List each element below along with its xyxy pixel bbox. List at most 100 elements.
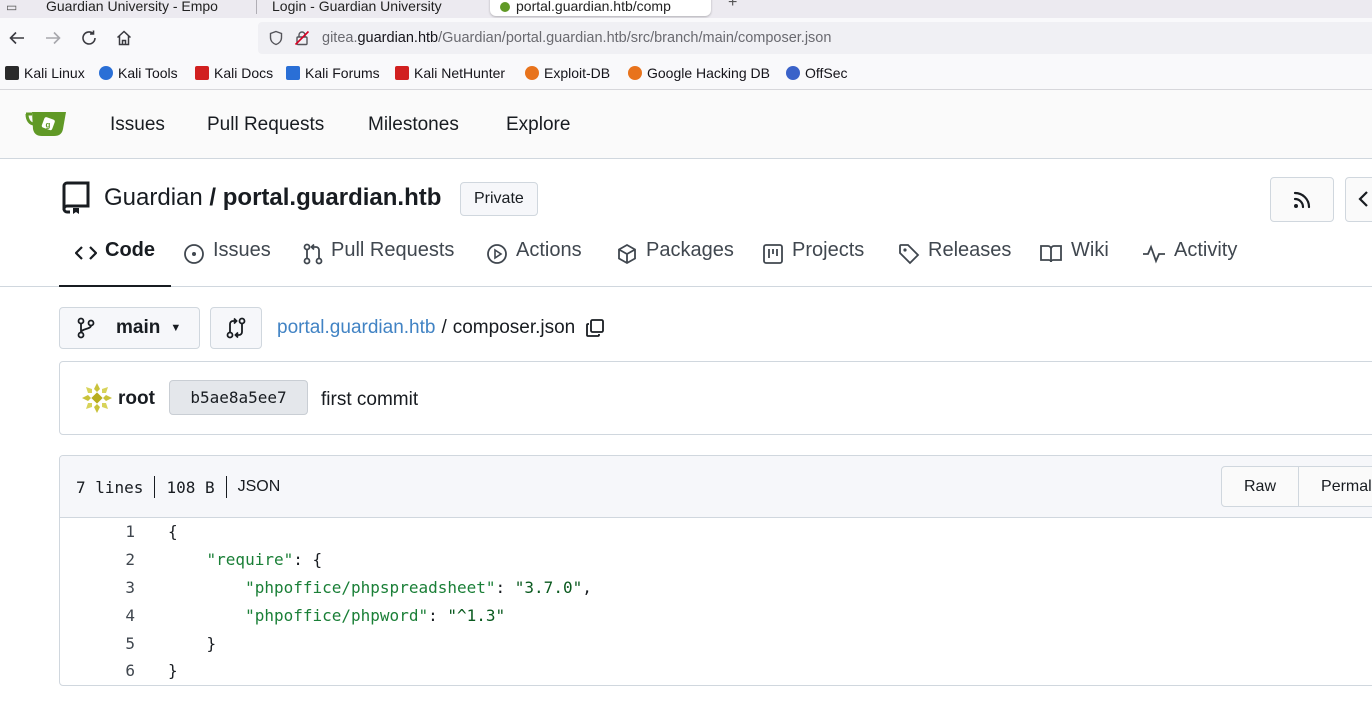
nav-issues[interactable]: Issues xyxy=(110,114,165,136)
kali-forums-icon xyxy=(286,66,300,80)
tab-code[interactable]: Code xyxy=(59,239,171,287)
bookmark-kali-forums[interactable]: Kali Forums xyxy=(286,65,380,81)
tag-icon xyxy=(898,243,920,265)
issue-icon xyxy=(183,243,205,265)
line-number[interactable]: 6 xyxy=(60,661,135,680)
bookmark-kali-linux[interactable]: Kali Linux xyxy=(5,65,85,81)
kali-dragon-icon xyxy=(5,66,19,80)
bookmark-exploit-db[interactable]: Exploit-DB xyxy=(525,65,610,81)
punct: } xyxy=(168,661,178,681)
bookmark-label: Kali Tools xyxy=(118,65,178,81)
insecure-lock-icon[interactable] xyxy=(294,30,310,51)
line-number[interactable]: 1 xyxy=(60,522,135,541)
file-view: 7 lines 108 B JSON Raw Permalink 1 { 2 "… xyxy=(59,455,1372,686)
kali-nethunter-icon xyxy=(395,66,409,80)
raw-button[interactable]: Raw xyxy=(1222,467,1300,506)
file-language: JSON xyxy=(237,478,281,495)
line-content: "require": { xyxy=(168,550,323,569)
new-tab-icon[interactable]: + xyxy=(728,0,737,12)
json-key: "phpoffice/phpspreadsheet" xyxy=(245,577,496,597)
reload-button[interactable] xyxy=(77,26,101,50)
code-line: 1 { xyxy=(60,518,1372,546)
repo-name-link[interactable]: portal.guardian.htb xyxy=(223,184,442,211)
line-number[interactable]: 2 xyxy=(60,550,135,569)
breadcrumb-repo-link[interactable]: portal.guardian.htb xyxy=(277,317,435,339)
rss-feed-button[interactable] xyxy=(1270,177,1334,222)
browser-tab-1[interactable]: Guardian University - Empo xyxy=(36,0,252,16)
url-bar[interactable]: gitea.guardian.htb/Guardian/portal.guard… xyxy=(258,22,1372,54)
tab-projects[interactable]: Projects xyxy=(762,239,864,287)
bookmark-kali-tools[interactable]: Kali Tools xyxy=(99,65,178,81)
bookmark-label: Google Hacking DB xyxy=(647,65,770,81)
divider xyxy=(154,476,156,498)
tab-issues[interactable]: Issues xyxy=(183,239,271,287)
kali-tools-icon xyxy=(99,66,113,80)
tab-releases[interactable]: Releases xyxy=(898,239,1011,287)
line-number[interactable]: 4 xyxy=(60,606,135,625)
tab-divider xyxy=(256,0,257,14)
bookmark-kali-docs[interactable]: Kali Docs xyxy=(195,65,273,81)
url-host: guardian.htb xyxy=(357,30,439,46)
code-line: 4 "phpoffice/phpword": "^1.3" xyxy=(60,601,1372,629)
line-content: } xyxy=(168,634,217,653)
code-line: 2 "require": { xyxy=(60,546,1372,574)
browser-tab-active[interactable]: portal.guardian.htb/comp xyxy=(490,0,711,16)
watch-button[interactable] xyxy=(1345,177,1372,222)
permalink-button[interactable]: Permalink xyxy=(1299,467,1372,506)
punct: { xyxy=(168,522,178,542)
branch-selector-button[interactable]: main ▼ xyxy=(59,307,200,349)
project-board-icon xyxy=(762,243,784,265)
home-icon xyxy=(116,30,132,46)
tab-label: Releases xyxy=(928,239,1012,261)
forward-button[interactable] xyxy=(41,26,65,50)
nav-explore[interactable]: Explore xyxy=(506,114,570,136)
back-button[interactable] xyxy=(5,26,29,50)
browser-navbar: gitea.guardian.htb/Guardian/portal.guard… xyxy=(0,18,1372,58)
divider xyxy=(225,476,227,498)
line-content: "phpoffice/phpspreadsheet": "3.7.0", xyxy=(168,578,592,597)
tab-list-icon[interactable]: ▭ xyxy=(6,0,17,14)
gitea-logo-icon[interactable]: g xyxy=(24,108,68,143)
url-text[interactable]: gitea.guardian.htb/Guardian/portal.guard… xyxy=(322,30,831,46)
compare-branch-button[interactable] xyxy=(210,307,262,349)
tab-activity[interactable]: Activity xyxy=(1142,239,1237,287)
code-line: 6 } xyxy=(60,657,1372,685)
copy-path-icon[interactable] xyxy=(585,318,605,338)
tab-actions[interactable]: Actions xyxy=(486,239,582,287)
line-number[interactable]: 5 xyxy=(60,634,135,653)
svg-text:g: g xyxy=(46,121,51,130)
home-button[interactable] xyxy=(112,26,136,50)
browser-tab-2[interactable]: Login - Guardian University xyxy=(262,0,482,16)
tab-packages[interactable]: Packages xyxy=(616,239,734,287)
line-content: } xyxy=(168,661,178,680)
json-key: "phpoffice/phpword" xyxy=(245,605,429,625)
line-number[interactable]: 3 xyxy=(60,578,135,597)
avatar[interactable] xyxy=(80,381,114,420)
commit-message[interactable]: first commit xyxy=(321,389,418,411)
repo-owner-link[interactable]: Guardian xyxy=(104,184,203,211)
nav-milestones[interactable]: Milestones xyxy=(368,114,459,136)
pulse-icon xyxy=(1142,243,1166,265)
bookmark-offsec[interactable]: OffSec xyxy=(786,65,848,81)
punct: : xyxy=(428,605,448,625)
bookmark-kali-nethunter[interactable]: Kali NetHunter xyxy=(395,65,505,81)
file-breadcrumb: portal.guardian.htb / composer.json xyxy=(277,317,605,339)
package-icon xyxy=(616,243,638,265)
tab-wiki[interactable]: Wiki xyxy=(1039,239,1109,287)
bookmark-label: Kali NetHunter xyxy=(414,65,506,81)
commit-sha-button[interactable]: b5ae8a5ee7 xyxy=(169,380,308,415)
latest-commit-box: root b5ae8a5ee7 first commit xyxy=(59,361,1372,435)
repo-header: Guardian / portal.guardian.htb Private C… xyxy=(0,159,1372,287)
tab-label: Projects xyxy=(792,239,865,261)
file-size: 108 B xyxy=(166,477,215,497)
rss-icon xyxy=(1293,191,1311,208)
tab-pull-requests[interactable]: Pull Requests xyxy=(303,239,454,287)
nav-pull-requests[interactable]: Pull Requests xyxy=(207,114,324,136)
code-line: 5 } xyxy=(60,629,1372,657)
gitea-favicon-icon xyxy=(500,2,510,13)
commit-author[interactable]: root xyxy=(118,388,155,410)
url-prefix: gitea. xyxy=(322,30,358,46)
bookmark-google-hacking-db[interactable]: Google Hacking DB xyxy=(628,65,770,81)
shield-icon[interactable] xyxy=(268,30,284,51)
